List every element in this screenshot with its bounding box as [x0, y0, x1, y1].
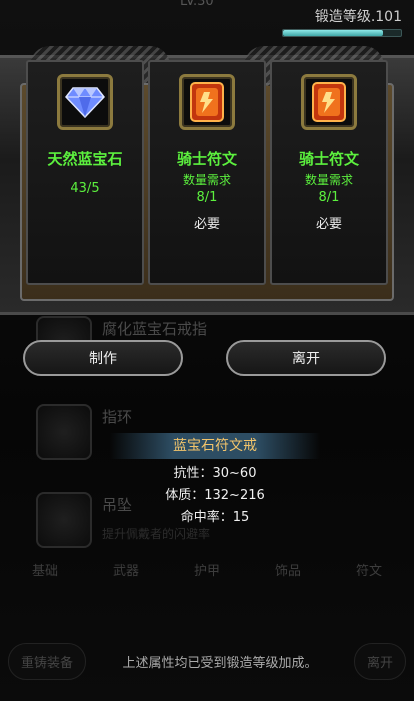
tooltip-title: 蓝宝石符文戒 — [110, 433, 320, 459]
material-count: 8/1 — [318, 190, 340, 205]
rune-icon[interactable] — [301, 74, 357, 130]
forge-progress-bar — [282, 29, 402, 37]
bonus-note: 上述属性均已受到锻造等级加成。 — [122, 655, 318, 671]
bg-item-name: 指环 — [102, 408, 133, 426]
bottom-leave-button[interactable]: 离开 — [353, 642, 406, 680]
material-card: 骑士符文 数量需求 8/1 必要 — [270, 60, 388, 285]
forge-level-label: 锻造等级.101 — [314, 9, 402, 25]
leave-button[interactable]: 离开 — [226, 340, 386, 376]
material-subtitle: 数量需求 — [182, 173, 231, 187]
level-indicator: LV.30 — [180, 0, 214, 9]
blue-gem-icon[interactable] — [57, 74, 113, 130]
item-tooltip: 蓝宝石符文戒 抗性：30~60 体质：132~216 命中率：15 — [110, 433, 320, 525]
forge-progress-fill — [283, 30, 384, 36]
tooltip-stat: 体质：132~216 — [165, 488, 265, 503]
material-count: 8/1 — [196, 190, 218, 205]
craft-button[interactable]: 制作 — [23, 340, 183, 376]
material-name: 骑士符文 — [298, 150, 359, 168]
tooltip-stat: 抗性：30~60 — [173, 466, 257, 481]
forge-level: 锻造等级.101 — [282, 6, 402, 37]
required-label: 必要 — [315, 217, 342, 232]
material-cards: 天然蓝宝石 43/5 骑士符文 数量需求 8/1 必要 骑士符文 数量需求 8/… — [26, 60, 388, 285]
category-tabs: 基础 武器 护甲 饰品 符文 — [22, 556, 392, 583]
rune-icon[interactable] — [179, 74, 235, 130]
material-name: 天然蓝宝石 — [47, 150, 123, 168]
tab-accessory[interactable]: 饰品 — [265, 556, 311, 583]
material-name: 骑士符文 — [176, 150, 237, 168]
reforge-button[interactable]: 重铸装备 — [8, 642, 87, 680]
material-card: 天然蓝宝石 43/5 — [26, 60, 144, 285]
tooltip-stat: 命中率：15 — [180, 510, 250, 525]
material-card: 骑士符文 数量需求 8/1 必要 — [148, 60, 266, 285]
bottom-bar: 重铸装备 上述属性均已受到锻造等级加成。 离开 — [8, 640, 406, 682]
tab-weapon[interactable]: 武器 — [103, 556, 149, 583]
bg-item-name: 腐化蓝宝石戒指 — [102, 320, 208, 338]
required-label: 必要 — [193, 217, 220, 232]
tab-basic[interactable]: 基础 — [22, 556, 68, 583]
pendant-icon — [36, 492, 92, 548]
tab-armor[interactable]: 护甲 — [184, 556, 230, 583]
ring-icon — [36, 404, 92, 460]
material-count: 43/5 — [70, 181, 100, 196]
bg-item-desc: 提升佩戴者的闪避率 — [102, 527, 211, 541]
material-subtitle: 数量需求 — [304, 173, 353, 187]
tab-rune[interactable]: 符文 — [346, 556, 392, 583]
